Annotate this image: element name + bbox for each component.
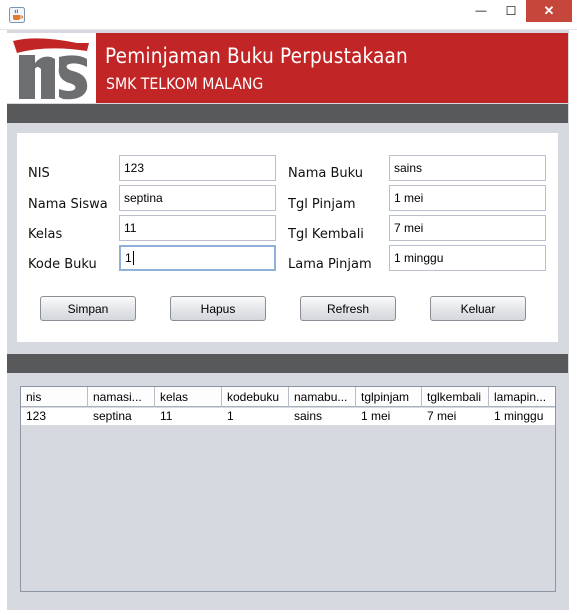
minimize-button[interactable]: — [466, 0, 496, 22]
keluar-button[interactable]: Keluar [430, 296, 526, 321]
tgl-pinjam-field[interactable]: 1 mei [389, 185, 546, 211]
nama-siswa-field[interactable]: septina [119, 185, 276, 211]
table-cell: 123 [26, 409, 47, 423]
refresh-button[interactable]: Refresh [300, 296, 396, 321]
column-header[interactable]: nis [21, 387, 88, 407]
table-cell: 1 [227, 409, 234, 423]
tgl-pinjam-label: Tgl Pinjam [288, 197, 356, 212]
app-subtitle: SMK TELKOM MALANG [106, 74, 264, 93]
lama-pinjam-field[interactable]: 1 minggu [389, 245, 546, 271]
table-cell: septina [93, 409, 132, 423]
maximize-icon: ☐ [505, 4, 517, 18]
telkom-logo-icon [13, 38, 89, 100]
tgl-pinjam-value: 1 mei [394, 191, 424, 205]
kode-buku-value: 1 [125, 251, 132, 265]
header-divider [7, 104, 568, 123]
simpan-button[interactable]: Simpan [40, 296, 136, 321]
nis-value: 123 [124, 161, 145, 175]
nama-buku-label: Nama Buku [288, 166, 363, 181]
close-button[interactable]: ✕ [526, 0, 572, 22]
table-cell: 1 mei [361, 409, 391, 423]
kode-buku-field[interactable]: 1 [119, 245, 276, 271]
kelas-field[interactable]: 11 [119, 215, 276, 241]
column-header[interactable]: tglkembali [422, 387, 489, 407]
nis-field[interactable]: 123 [119, 155, 276, 181]
table-cell: 7 mei [427, 409, 457, 423]
tgl-kembali-label: Tgl Kembali [288, 227, 364, 242]
kode-buku-label: Kode Buku [28, 257, 97, 272]
nama-siswa-label: Nama Siswa [28, 197, 108, 212]
nis-label: NIS [28, 166, 50, 181]
school-logo [7, 33, 96, 103]
nama-siswa-value: septina [124, 191, 163, 205]
column-header[interactable]: namasi... [88, 387, 155, 407]
table-cell: 11 [160, 409, 173, 423]
table-divider [7, 354, 568, 373]
kelas-value: 11 [124, 221, 137, 235]
table-header: nis namasi... kelas kodebuku namabu... t… [21, 387, 555, 407]
table-cell: 1 minggu [494, 409, 544, 423]
lama-pinjam-value: 1 minggu [394, 251, 444, 265]
nama-buku-field[interactable]: sains [389, 155, 546, 181]
column-header[interactable]: kodebuku [222, 387, 289, 407]
text-caret [132, 251, 134, 265]
hapus-button[interactable]: Hapus [170, 296, 266, 321]
table-row[interactable]: 123 septina 11 1 sains 1 mei 7 mei 1 min… [21, 408, 555, 425]
window-titlebar: — ☐ ✕ [0, 0, 577, 30]
tgl-kembali-value: 7 mei [394, 221, 424, 235]
column-header[interactable]: namabu... [289, 387, 356, 407]
lama-pinjam-label: Lama Pinjam [288, 257, 372, 272]
kelas-label: Kelas [28, 227, 63, 242]
close-icon: ✕ [543, 3, 555, 18]
nama-buku-value: sains [394, 161, 423, 175]
column-header[interactable]: tglpinjam [356, 387, 422, 407]
maximize-button[interactable]: ☐ [496, 0, 526, 22]
column-header[interactable]: lamapin... [489, 387, 555, 407]
column-header[interactable]: kelas [155, 387, 222, 407]
tgl-kembali-field[interactable]: 7 mei [389, 215, 546, 241]
app-title: Peminjaman Buku Perpustakaan [105, 44, 408, 68]
header-banner: Peminjaman Buku Perpustakaan SMK TELKOM … [7, 33, 568, 103]
data-table[interactable]: nis namasi... kelas kodebuku namabu... t… [20, 386, 556, 592]
java-cup-icon [9, 7, 25, 23]
minimize-icon: — [475, 5, 487, 17]
table-cell: sains [294, 409, 323, 423]
